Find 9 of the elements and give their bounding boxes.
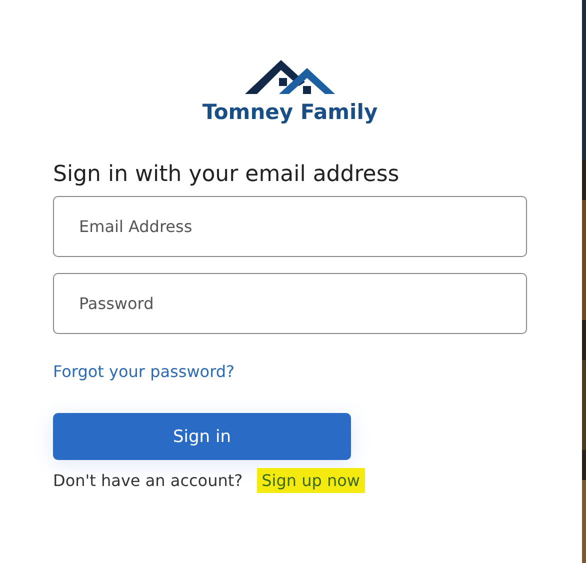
form-heading: Sign in with your email address [53,162,400,189]
sign-up-link[interactable]: Sign up now [256,468,366,493]
forgot-password-link[interactable]: Forgot your password? [53,362,235,381]
signup-prompt: Don't have an account? [53,471,243,490]
input-field[interactable]: Email Address [53,196,527,257]
input-field[interactable]: Password [53,273,527,334]
sign-in-button[interactable]: Sign in [53,413,351,460]
house-roofs-icon [245,58,335,96]
logo-text: Tomney Family [202,100,378,124]
